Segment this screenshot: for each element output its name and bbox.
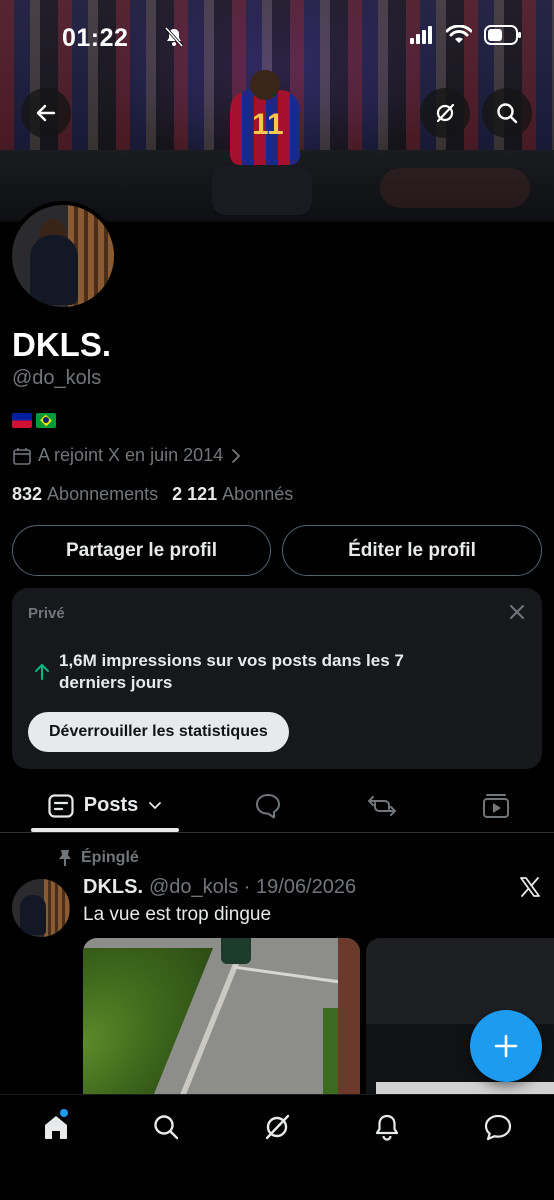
post-avatar[interactable] (12, 879, 70, 937)
trend-up-icon (34, 662, 50, 685)
repost-icon (368, 795, 396, 816)
wifi-icon (446, 25, 472, 43)
banner-player: 11 (212, 70, 322, 220)
search-icon (154, 1115, 179, 1140)
nav-notifications[interactable] (367, 1107, 407, 1147)
post-author-meta: @do_kols · 19/06/2026 (149, 876, 357, 898)
nav-grok[interactable] (257, 1107, 297, 1147)
card-title: Privé (28, 605, 65, 622)
grok-icon (265, 1114, 290, 1140)
tab-media[interactable] (476, 779, 516, 832)
following-label: Abonnements (47, 484, 159, 504)
post-text: La vue est trop dingue (83, 904, 272, 925)
status-icons (165, 25, 522, 47)
search-button[interactable] (482, 88, 532, 138)
bottom-nav (0, 1094, 554, 1200)
tab-posts[interactable]: Posts (31, 779, 179, 832)
card-close-button[interactable] (508, 603, 526, 626)
reply-icon (256, 793, 280, 818)
grok-icon (436, 103, 455, 123)
card-text: 1,6M impressions sur vos posts dans les … (59, 651, 404, 692)
pinned-indicator: Épinglé (58, 849, 139, 867)
pin-icon (59, 850, 71, 866)
post-header: DKLS. @do_kols · 19/06/2026 (83, 876, 356, 899)
battery-icon (484, 25, 521, 45)
following-count: 832 (12, 484, 43, 504)
nav-messages[interactable] (478, 1107, 518, 1147)
status-time: 01:22 (62, 24, 129, 52)
follow-stats: 832 Abonnements 2 121 Abonnés (12, 484, 293, 505)
calendar-icon (13, 447, 31, 465)
profile-name: DKLS. (12, 326, 111, 363)
post-x-menu[interactable] (519, 876, 541, 903)
share-profile-button[interactable]: Partager le profil (12, 525, 271, 576)
post-author-name[interactable]: DKLS. (83, 876, 143, 899)
nav-search[interactable] (146, 1107, 186, 1147)
mute-bell-icon (165, 27, 183, 47)
profile-tabs: Posts (0, 779, 554, 833)
edit-profile-button[interactable]: Éditer le profil (282, 525, 542, 576)
close-icon (510, 605, 524, 619)
followers-count: 2 121 (172, 484, 218, 504)
unlock-stats-button[interactable]: Déverrouiller les statistiques (28, 712, 289, 752)
signal-icon (410, 26, 432, 44)
followers-label: Abonnés (222, 484, 294, 504)
compose-button[interactable] (470, 1010, 542, 1082)
chat-icon (484, 1114, 512, 1141)
grok-button[interactable] (420, 88, 470, 138)
plus-icon (494, 1034, 518, 1058)
search-icon (497, 103, 518, 124)
brazil-flag-icon (36, 413, 56, 428)
tab-active-indicator (31, 828, 179, 832)
pinned-label: Épinglé (81, 849, 139, 866)
joined-label: A rejoint X en juin 2014 (38, 445, 224, 465)
profile-avatar[interactable] (8, 201, 118, 311)
bio-flags (12, 413, 56, 428)
bell-icon (375, 1114, 399, 1141)
video-icon (483, 793, 509, 818)
home-icon (45, 1116, 67, 1139)
chevron-down-icon (149, 801, 162, 809)
haiti-flag-icon (12, 413, 32, 428)
chevron-right-icon (232, 448, 241, 463)
insights-card: Privé 1,6M impressions sur vos posts dan… (12, 588, 542, 769)
following-link[interactable]: 832 Abonnements (12, 484, 158, 505)
notification-dot (60, 1109, 68, 1117)
profile-handle: @do_kols (12, 367, 102, 389)
posts-icon (48, 793, 74, 818)
tab-reposts[interactable] (362, 779, 402, 832)
followers-link[interactable]: 2 121 Abonnés (172, 484, 293, 505)
tab-posts-label: Posts (83, 794, 139, 816)
joined-date[interactable]: A rejoint X en juin 2014 (12, 445, 243, 466)
back-button[interactable] (21, 88, 71, 138)
post-media-1[interactable] (83, 938, 360, 1098)
tab-replies[interactable] (248, 779, 288, 832)
arrow-left-icon (36, 104, 56, 122)
nav-home[interactable] (36, 1107, 76, 1147)
x-logo-icon (520, 877, 540, 897)
